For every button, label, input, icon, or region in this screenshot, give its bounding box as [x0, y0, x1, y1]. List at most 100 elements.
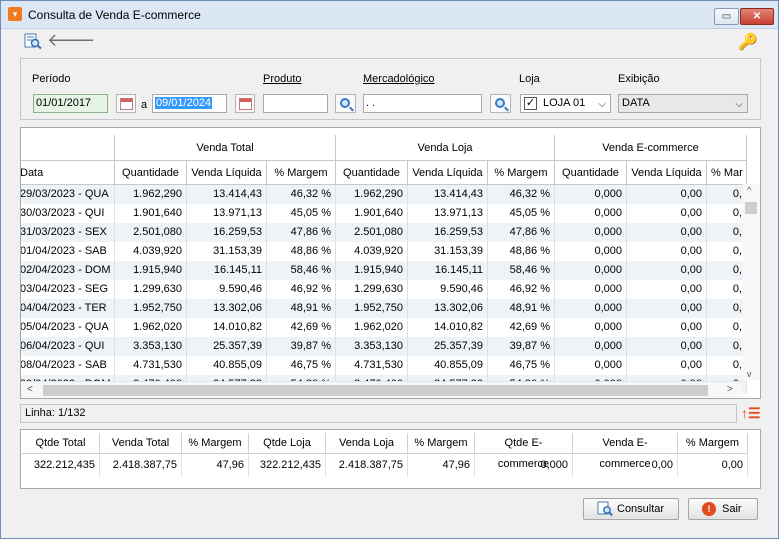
band-header: Venda E-commerce	[555, 135, 747, 161]
consultar-button[interactable]: Consultar	[583, 498, 679, 520]
table-cell: 46,32 %	[488, 185, 555, 204]
table-cell: 48,91 %	[488, 299, 555, 318]
table-cell: 16.259,53	[408, 223, 488, 242]
table-row[interactable]: 05/04/2023 - QUA 1.962,020 14.010,82 42,69 …	[21, 318, 747, 337]
chevron-down-icon: ⌵	[598, 99, 606, 110]
table-cell: 14.010,82	[187, 318, 267, 337]
horizontal-scroll-thumb[interactable]	[43, 385, 708, 396]
exibicao-select[interactable]: DATA ⌵	[618, 94, 748, 113]
table-cell: 13.302,06	[187, 299, 267, 318]
loja-checkbox[interactable]: ✓	[524, 97, 537, 110]
table-cell: 0,00	[627, 242, 707, 261]
table-cell: 25.357,39	[187, 337, 267, 356]
column-header[interactable]: % Margem	[488, 161, 555, 185]
table-cell: 13.971,13	[408, 204, 488, 223]
produto-field[interactable]	[263, 94, 328, 113]
exibicao-label: Exibição	[618, 73, 660, 85]
table-cell: 03/04/2023 - SEG	[21, 280, 115, 299]
mercadologico-field[interactable]: . .	[363, 94, 482, 113]
table-cell: 48,86 %	[267, 242, 336, 261]
table-cell: 2.501,080	[115, 223, 187, 242]
column-header[interactable]: Venda Líquida	[627, 161, 707, 185]
scroll-down-arrow[interactable]: v	[747, 369, 752, 379]
table-row[interactable]: 04/04/2023 - TER 1.952,750 13.302,06 48,91 …	[21, 299, 747, 318]
totals-header: Qtde Loja	[249, 433, 326, 454]
table-cell: 16.259,53	[187, 223, 267, 242]
table-cell: 42,69 %	[267, 318, 336, 337]
back-arrow-icon[interactable]: 🡐	[47, 31, 95, 49]
table-cell: 0,00	[627, 185, 707, 204]
scroll-left-arrow[interactable]: <	[27, 384, 33, 395]
sair-button[interactable]: ! Sair	[688, 498, 758, 520]
table-cell: 1.962,290	[115, 185, 187, 204]
date-from-calendar-button[interactable]	[116, 94, 136, 113]
produto-label: Produto	[263, 73, 302, 85]
table-cell: 0,000	[555, 280, 627, 299]
band-cell-empty	[21, 135, 115, 161]
search-icon	[495, 98, 505, 108]
loja-value: LOJA 01	[543, 97, 586, 109]
table-cell: 45,05 %	[488, 204, 555, 223]
mercadologico-search-button[interactable]	[490, 94, 511, 113]
loja-combo[interactable]: ✓ LOJA 01 ⌵	[520, 94, 611, 113]
column-header[interactable]: % Mar	[707, 161, 747, 185]
table-cell: 58,46 %	[488, 261, 555, 280]
table-cell: 02/04/2023 - DOM	[21, 261, 115, 280]
search-report-icon[interactable]	[24, 33, 42, 50]
totals-header: Qtde Total	[22, 433, 100, 454]
table-cell: 0,00	[627, 204, 707, 223]
main-window: ▾ Consulta de Venda E-commerce ▭ ✕ 🡐 🔑 P…	[0, 0, 779, 539]
date-to-field[interactable]: 09/01/2024	[152, 94, 227, 113]
date-from-field[interactable]: 01/01/2017	[33, 94, 108, 113]
vertical-scroll-thumb[interactable]	[745, 202, 757, 214]
column-header[interactable]: Quantidade	[336, 161, 408, 185]
table-cell: 9.590,46	[187, 280, 267, 299]
sales-grid[interactable]: Venda Total Venda Loja Venda E-commerce Dat…	[20, 127, 761, 399]
column-header[interactable]: Quantidade	[555, 161, 627, 185]
table-row[interactable]: 06/04/2023 - QUI 3.353,130 25.357,39 39,87 …	[21, 337, 747, 356]
table-cell: 4.731,530	[336, 356, 408, 375]
column-header[interactable]: Venda Líquida	[187, 161, 267, 185]
table-row[interactable]: 30/03/2023 - QUI 1.901,640 13.971,13 45,05 …	[21, 204, 747, 223]
table-cell: 0,000	[555, 356, 627, 375]
close-button[interactable]: ✕	[740, 8, 774, 25]
maximize-button[interactable]: ▭	[714, 8, 739, 25]
table-cell: 1.299,630	[115, 280, 187, 299]
consultar-label: Consultar	[617, 503, 665, 515]
key-icon[interactable]: 🔑	[738, 32, 758, 51]
horizontal-scrollbar[interactable]: < >	[21, 381, 743, 398]
scroll-right-arrow[interactable]: >	[727, 384, 733, 395]
column-header[interactable]: % Margem	[267, 161, 336, 185]
calendar-icon	[120, 98, 133, 110]
table-row[interactable]: 31/03/2023 - SEX 2.501,080 16.259,53 47,86 …	[21, 223, 747, 242]
table-cell: 0,000	[555, 337, 627, 356]
status-bar: Linha: 1/132	[20, 404, 737, 423]
column-header[interactable]: Data	[21, 161, 115, 185]
table-row[interactable]: 08/04/2023 - SAB 4.731,530 40.855,09 46,75 …	[21, 356, 747, 375]
search-icon	[340, 98, 350, 108]
vertical-scrollbar[interactable]: ^ v	[743, 184, 760, 380]
exit-icon: !	[702, 502, 716, 516]
column-header[interactable]: Quantidade	[115, 161, 187, 185]
table-cell: 30/03/2023 - QUI	[21, 204, 115, 223]
table-cell: 48,91 %	[267, 299, 336, 318]
table-row[interactable]: 29/03/2023 - QUA 1.962,290 13.414,43 46,32 …	[21, 185, 747, 204]
table-cell: 1.962,020	[115, 318, 187, 337]
produto-search-button[interactable]	[335, 94, 356, 113]
window-title: Consulta de Venda E-commerce	[28, 8, 201, 22]
table-row[interactable]: 01/04/2023 - SAB 4.039,920 31.153,39 48,86 …	[21, 242, 747, 261]
sort-icon[interactable]: ↑☰	[741, 405, 761, 422]
date-to-calendar-button[interactable]	[235, 94, 255, 113]
table-cell: 08/04/2023 - SAB	[21, 356, 115, 375]
table-cell: 0,	[707, 185, 747, 204]
totals-value: 2.418.387,75	[100, 455, 182, 476]
table-cell: 31/03/2023 - SEX	[21, 223, 115, 242]
table-row[interactable]: 02/04/2023 - DOM 1.915,940 16.145,11 58,46 …	[21, 261, 747, 280]
table-cell: 1.915,940	[336, 261, 408, 280]
scroll-up-arrow[interactable]: ^	[747, 185, 751, 195]
table-cell: 29/03/2023 - QUA	[21, 185, 115, 204]
column-header[interactable]: Venda Líquida	[408, 161, 488, 185]
loja-label: Loja	[519, 73, 540, 85]
table-row[interactable]: 03/04/2023 - SEG 1.299,630 9.590,46 46,92 %…	[21, 280, 747, 299]
table-cell: 42,69 %	[488, 318, 555, 337]
